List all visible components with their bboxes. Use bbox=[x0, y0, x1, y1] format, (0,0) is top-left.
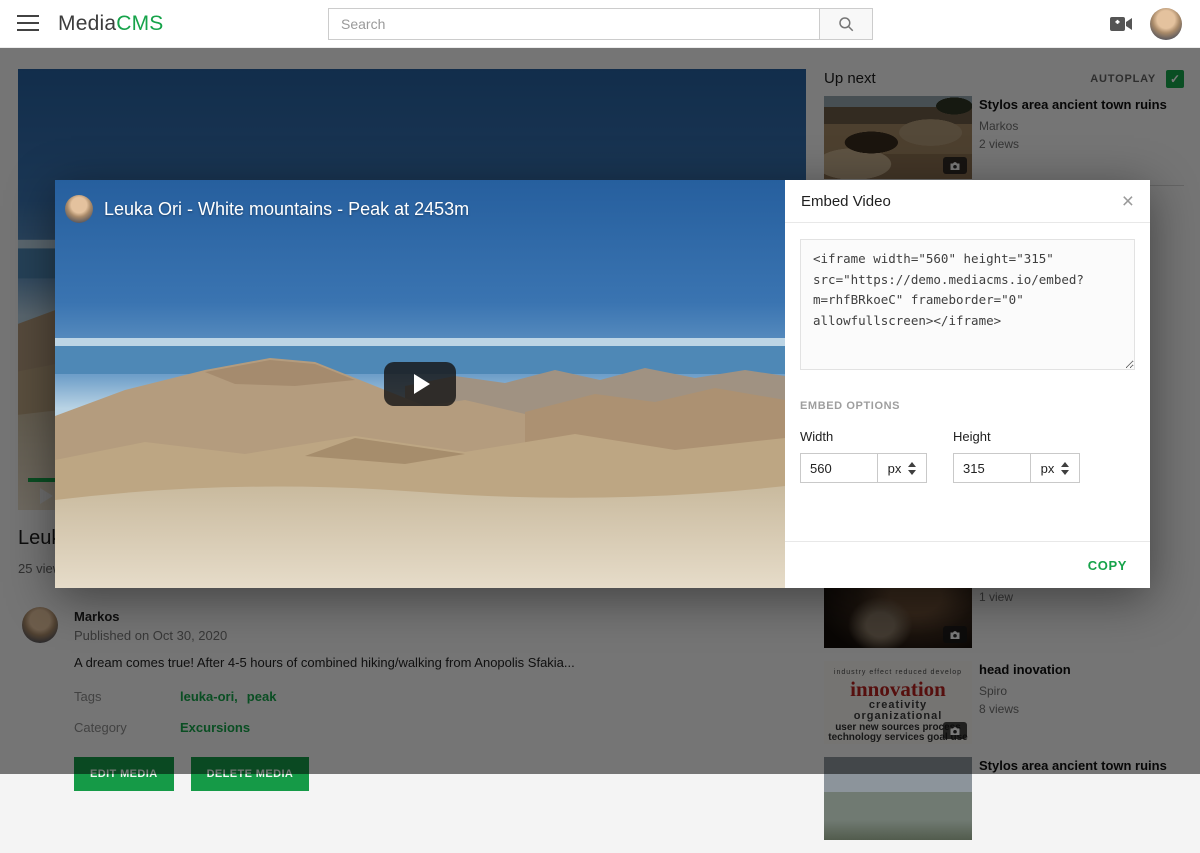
logo-media-text: Media bbox=[58, 12, 116, 35]
width-unit-select[interactable]: px bbox=[877, 453, 927, 483]
logo[interactable]: MediaCMS bbox=[58, 12, 163, 36]
embed-code-textarea[interactable]: <iframe width="560" height="315" src="ht… bbox=[800, 239, 1135, 370]
top-bar: MediaCMS bbox=[0, 0, 1200, 48]
search-icon bbox=[837, 15, 855, 33]
search-bar bbox=[328, 8, 873, 40]
search-input[interactable] bbox=[328, 8, 820, 40]
unit-label: px bbox=[1041, 461, 1055, 476]
width-field: Width px bbox=[800, 429, 927, 483]
height-label: Height bbox=[953, 429, 1080, 444]
upload-media-button[interactable] bbox=[1108, 13, 1134, 35]
height-input[interactable] bbox=[953, 453, 1031, 483]
user-avatar[interactable] bbox=[1150, 8, 1182, 40]
width-label: Width bbox=[800, 429, 927, 444]
height-field: Height px bbox=[953, 429, 1080, 483]
height-unit-select[interactable]: px bbox=[1030, 453, 1080, 483]
close-icon[interactable]: × bbox=[1122, 191, 1134, 212]
preview-play-button[interactable] bbox=[384, 362, 456, 406]
width-input[interactable] bbox=[800, 453, 878, 483]
logo-cms-text: CMS bbox=[116, 12, 163, 35]
preview-author-avatar bbox=[65, 195, 93, 223]
embed-video-modal: Embed Video × <iframe width="560" height… bbox=[785, 180, 1150, 588]
preview-video-title[interactable]: Leuka Ori - White mountains - Peak at 24… bbox=[104, 199, 469, 220]
copy-button[interactable]: COPY bbox=[1082, 557, 1133, 574]
embed-popup: Leuka Ori - White mountains - Peak at 24… bbox=[55, 180, 1150, 588]
video-upload-icon bbox=[1108, 13, 1134, 35]
unit-label: px bbox=[888, 461, 902, 476]
modal-title: Embed Video bbox=[801, 193, 891, 210]
embed-video-preview[interactable]: Leuka Ori - White mountains - Peak at 24… bbox=[55, 180, 785, 588]
search-button[interactable] bbox=[819, 8, 873, 40]
menu-icon[interactable] bbox=[17, 15, 39, 31]
spinner-icon bbox=[908, 462, 916, 475]
spinner-icon bbox=[1061, 462, 1069, 475]
embed-options-label: EMBED OPTIONS bbox=[800, 400, 1135, 412]
